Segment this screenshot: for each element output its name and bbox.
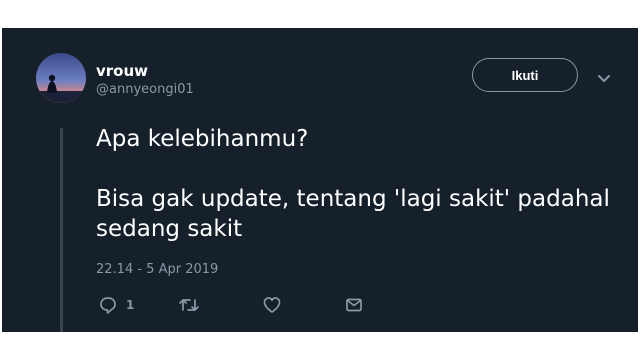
action-bar: 1 — [96, 294, 396, 316]
timestamp[interactable]: 22.14 - 5 Apr 2019 — [96, 262, 218, 277]
retweet-action[interactable] — [178, 294, 200, 316]
reply-count: 1 — [126, 298, 135, 312]
tweet-text-line1: Apa kelebihanmu? — [96, 126, 309, 152]
follow-button[interactable]: Ikuti — [472, 58, 578, 92]
tweet-text: Apa kelebihanmu? Bisa gak update, tentang… — [96, 124, 616, 244]
avatar[interactable] — [36, 53, 86, 103]
like-action[interactable] — [262, 294, 282, 316]
chevron-down-icon[interactable] — [596, 70, 612, 82]
thread-line — [60, 128, 63, 332]
reply-action[interactable]: 1 — [98, 294, 134, 316]
username-handle[interactable]: @annyeongi01 — [96, 82, 194, 97]
like-icon — [262, 295, 282, 315]
retweet-icon — [178, 295, 200, 315]
tweet-card: vrouw @annyeongi01 Ikuti Apa kelebihanmu… — [2, 28, 638, 332]
display-name[interactable]: vrouw — [96, 62, 148, 80]
message-action[interactable] — [344, 294, 364, 316]
message-icon — [344, 295, 364, 315]
tweet-text-line2: Bisa gak update, tentang 'lagi sakit' pa… — [96, 186, 610, 242]
follow-button-label: Ikuti — [511, 67, 539, 83]
reply-icon — [98, 295, 118, 315]
